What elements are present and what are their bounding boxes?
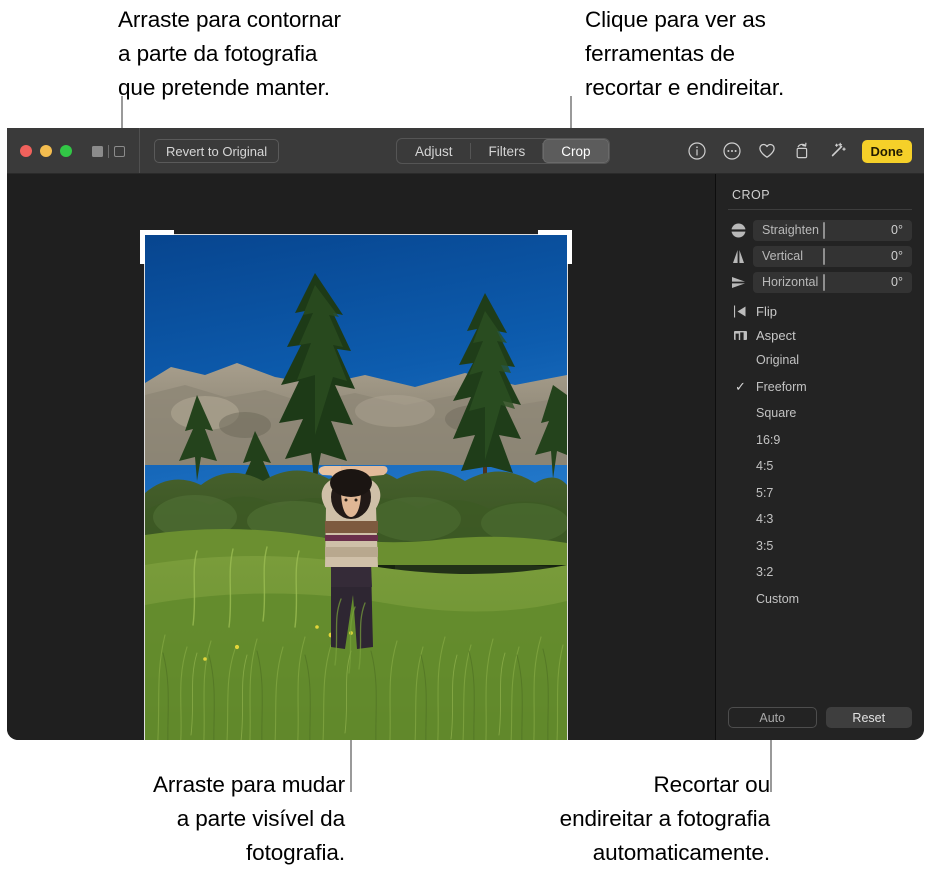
photo-image[interactable] (145, 235, 567, 740)
straighten-slider-row[interactable]: Straighten 0° (728, 219, 912, 241)
crop-handle-top-right[interactable] (567, 230, 572, 264)
zoom-button[interactable] (60, 145, 72, 157)
crop-edge-right[interactable] (566, 235, 568, 740)
aspect-option-label: 3:5 (756, 538, 774, 553)
horizontal-value: 0° (891, 275, 903, 289)
window-controls[interactable] (7, 145, 72, 157)
tab-adjust[interactable]: Adjust (397, 139, 471, 163)
toolbar: Revert to Original Adjust Filters Crop D… (7, 128, 924, 174)
tab-crop[interactable]: Crop (543, 139, 609, 163)
photos-app-window: Revert to Original Adjust Filters Crop D… (7, 128, 924, 740)
aspect-option-16-9[interactable]: 16:9 (728, 427, 912, 454)
sidebar-filled-icon[interactable] (92, 145, 103, 157)
tab-filters[interactable]: Filters (471, 139, 544, 163)
crop-handle-top-left[interactable] (140, 230, 145, 264)
favorite-heart-icon[interactable] (756, 140, 778, 162)
flip-label: Flip (756, 303, 777, 319)
inspector-footer: Auto Reset (728, 707, 912, 728)
auto-button[interactable]: Auto (728, 707, 817, 728)
aspect-option-label: 4:3 (756, 512, 774, 527)
callout-drag-to-outline: Arraste para contornar a parte da fotogr… (118, 7, 341, 100)
aspect-button[interactable]: Aspect (728, 323, 912, 347)
toolbar-divider (139, 128, 140, 174)
edit-mode-segmented-control[interactable]: Adjust Filters Crop (396, 138, 610, 164)
callout-auto-crop: Recortar ou endireitar a fotografia auto… (559, 772, 770, 865)
sidebar-outline-icon[interactable] (114, 145, 125, 157)
close-button[interactable] (20, 145, 32, 157)
horizontal-label: Horizontal (762, 275, 819, 289)
photo-canvas[interactable] (7, 174, 715, 740)
straighten-slider[interactable]: Straighten 0° (753, 219, 912, 241)
aspect-option-freeform[interactable]: ✓ Freeform (728, 374, 912, 401)
checkmark-icon: ✓ (735, 378, 746, 394)
aspect-option-label: 3:2 (756, 565, 774, 580)
window-body: CROP Straighten 0° Vertical 0° Horizonta… (7, 174, 924, 740)
enhance-magic-wand-icon[interactable] (826, 140, 848, 162)
callout-drag-visible-part: Arraste para mudar a parte visível da fo… (152, 772, 345, 865)
aspect-label: Aspect (756, 327, 796, 343)
flip-icon (731, 304, 750, 319)
vertical-slider[interactable]: Vertical 0° (753, 245, 912, 267)
aspect-option-label: Square (756, 406, 797, 421)
screenshot-root: Arraste para contornar a parte da fotogr… (0, 0, 931, 875)
horizontal-slider-row[interactable]: Horizontal 0° (728, 271, 912, 293)
crop-edge-left[interactable] (144, 235, 146, 740)
aspect-option-4-5[interactable]: 4:5 (728, 453, 912, 480)
sidebar-toggle-group[interactable] (92, 144, 125, 158)
crop-edge-top[interactable] (145, 234, 567, 236)
aspect-option-original[interactable]: Original (728, 347, 912, 374)
aspect-option-custom[interactable]: Custom (728, 586, 912, 613)
crop-handle-top-left[interactable] (140, 230, 174, 235)
toolbar-right-tools: Done (686, 139, 912, 163)
slider-knob[interactable] (823, 247, 825, 265)
slider-knob[interactable] (823, 273, 825, 291)
horizontal-perspective-icon (728, 274, 749, 291)
aspect-option-4-3[interactable]: 4:3 (728, 506, 912, 533)
straighten-icon (728, 222, 749, 239)
revert-to-original-button[interactable]: Revert to Original (154, 139, 280, 163)
aspect-option-5-7[interactable]: 5:7 (728, 480, 912, 507)
crop-frame[interactable] (140, 230, 572, 740)
flip-button[interactable]: Flip (728, 299, 912, 323)
reset-button[interactable]: Reset (825, 707, 912, 728)
minimize-button[interactable] (40, 145, 52, 157)
inspector-divider (728, 209, 912, 210)
crop-inspector-panel: CROP Straighten 0° Vertical 0° Horizonta… (715, 174, 924, 740)
aspect-option-label: 16:9 (756, 432, 781, 447)
vertical-value: 0° (891, 249, 903, 263)
divider (108, 144, 109, 158)
aspect-option-label: 5:7 (756, 485, 774, 500)
straighten-value: 0° (891, 223, 903, 237)
callout-click-for-tools: Clique para ver as ferramentas de recort… (585, 7, 785, 100)
aspect-option-square[interactable]: Square (728, 400, 912, 427)
straighten-label: Straighten (762, 223, 819, 237)
aspect-option-label: Original (756, 353, 800, 368)
rotate-icon[interactable] (791, 140, 813, 162)
aspect-icon (731, 328, 750, 343)
aspect-option-3-5[interactable]: 3:5 (728, 533, 912, 560)
vertical-slider-row[interactable]: Vertical 0° (728, 245, 912, 267)
info-icon[interactable] (686, 140, 708, 162)
vertical-label: Vertical (762, 249, 803, 263)
aspect-options-list: Original ✓ Freeform Square 16:9 4:5 5:7 … (728, 347, 912, 612)
slider-knob[interactable] (823, 221, 825, 239)
horizontal-slider[interactable]: Horizontal 0° (753, 271, 912, 293)
more-options-icon[interactable] (721, 140, 743, 162)
inspector-title: CROP (732, 188, 771, 202)
aspect-option-label: Custom (756, 591, 800, 606)
aspect-option-label: Freeform (756, 379, 807, 394)
done-button[interactable]: Done (861, 139, 912, 163)
vertical-perspective-icon (728, 248, 749, 265)
aspect-option-label: 4:5 (756, 459, 774, 474)
aspect-option-3-2[interactable]: 3:2 (728, 559, 912, 586)
